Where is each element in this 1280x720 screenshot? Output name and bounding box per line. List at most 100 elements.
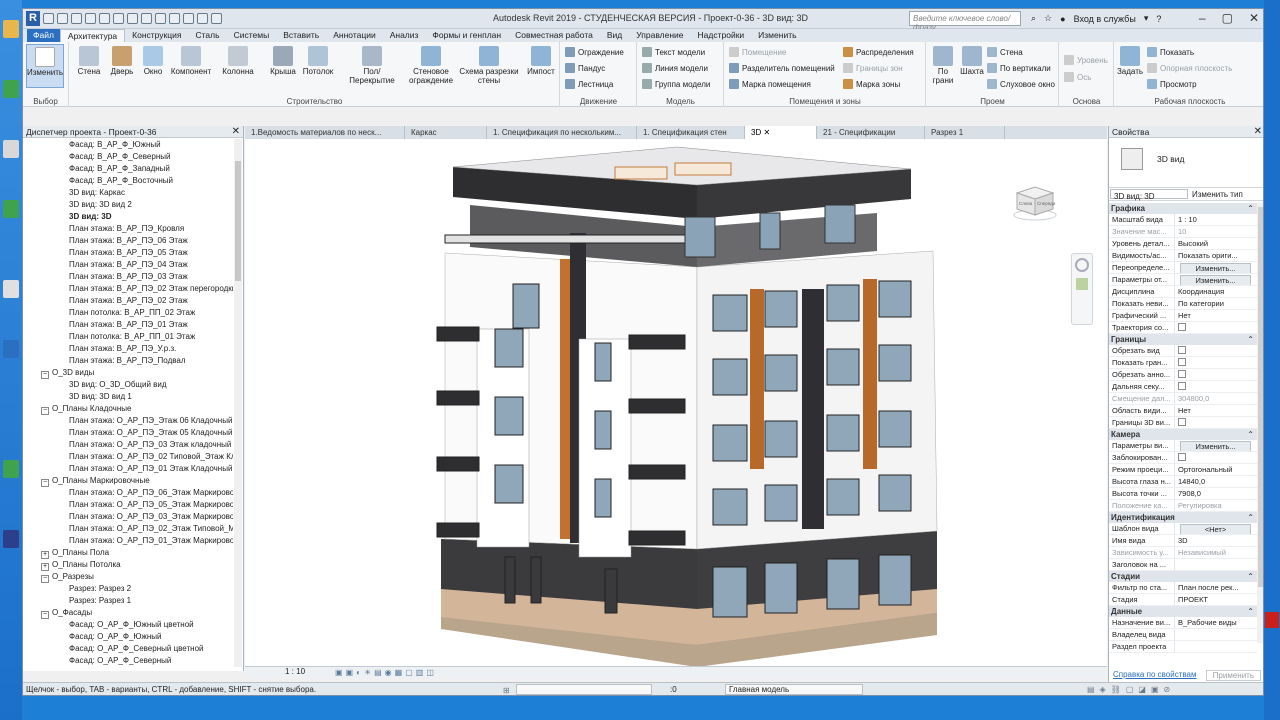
property-value[interactable]: 7908,0 — [1175, 488, 1257, 499]
model-line-button[interactable]: Линия модели — [642, 61, 708, 75]
property-value[interactable]: Изменить... — [1175, 274, 1257, 285]
apply-button[interactable]: Применить — [1205, 670, 1261, 681]
property-value[interactable] — [1175, 369, 1257, 380]
desktop-icon[interactable] — [3, 20, 19, 38]
minimize-icon[interactable]: – — [1199, 11, 1206, 25]
property-value[interactable]: Координация — [1175, 286, 1257, 297]
dimension-icon[interactable] — [141, 13, 152, 24]
browser-item[interactable]: План этажа: О_АР_ПЭ_03 Этаж кладочный — [23, 439, 233, 451]
property-value[interactable]: Изменить... — [1175, 440, 1257, 451]
close-hidden-icon[interactable] — [197, 13, 208, 24]
steering-wheel-icon[interactable] — [1075, 258, 1089, 272]
close-icon[interactable]: ✕ — [1254, 126, 1262, 137]
by-face-button[interactable]: По грани — [929, 44, 957, 88]
property-section[interactable]: Камера ⌃ — [1109, 429, 1257, 440]
browser-item[interactable]: План этажа: О_АР_ПЭ_02_Этаж Типовой_Мар — [23, 523, 233, 535]
property-value[interactable]: <Нет> — [1175, 523, 1257, 534]
property-value[interactable] — [1175, 641, 1257, 652]
dormer-button[interactable]: Слуховое окно — [987, 77, 1055, 91]
area-button[interactable]: Распределения — [843, 45, 914, 59]
property-value[interactable]: Нет — [1175, 310, 1257, 321]
show-workplane-button[interactable]: Показать — [1147, 45, 1194, 59]
area-boundary-button[interactable]: Границы зон — [843, 61, 903, 75]
tab-view[interactable]: Вид — [600, 29, 629, 42]
browser-item[interactable]: План этажа: О_АР_ПЭ_Этаж 05 Кладочный — [23, 427, 233, 439]
property-checkbox[interactable] — [1178, 418, 1186, 426]
browser-item[interactable]: План этажа: В_АР_ПЭ_06 Этаж — [23, 235, 233, 247]
properties-help-link[interactable]: Справка по свойствам — [1113, 670, 1196, 679]
property-value[interactable]: Показать ориги... — [1175, 250, 1257, 261]
workset-icon[interactable]: ⊞ — [503, 684, 510, 695]
properties-scrollbar[interactable] — [1257, 203, 1263, 643]
property-value[interactable]: В_Рабочие виды — [1175, 617, 1257, 628]
browser-item[interactable]: План этажа: В_АР_ПЭ_01 Этаж — [23, 319, 233, 331]
property-value[interactable] — [1175, 322, 1257, 333]
browser-item[interactable]: План потолка: В_АР_ПП_02 Этаж — [23, 307, 233, 319]
collapse-icon[interactable]: ⌃ — [1247, 334, 1254, 345]
browser-item[interactable]: План этажа: В_АР_ПЭ_02 Этаж — [23, 295, 233, 307]
redo-icon[interactable] — [99, 13, 110, 24]
browser-item[interactable]: Фасад: В_АР_Ф_Северный — [23, 151, 233, 163]
edit-button[interactable]: Изменить... — [1180, 441, 1251, 451]
close-tab-icon[interactable]: ✕ — [761, 128, 770, 137]
room-separator-button[interactable]: Разделитель помещений — [729, 61, 835, 75]
modify-button[interactable]: Изменить — [26, 44, 64, 88]
browser-item[interactable]: Фасад: О_АР_Ф_Южный цветной — [23, 619, 233, 631]
property-checkbox[interactable] — [1178, 323, 1186, 331]
view-tab[interactable]: 3D ✕ — [745, 126, 817, 139]
property-value[interactable] — [1175, 452, 1257, 463]
search-input[interactable]: Введите ключевое слово/фразу — [909, 11, 1021, 32]
expand-toggle-icon[interactable]: − — [41, 479, 49, 487]
revit-logo-icon[interactable]: R — [26, 11, 40, 26]
tab-file[interactable]: Файл — [27, 29, 60, 42]
close-icon[interactable]: ✕ — [1249, 11, 1259, 25]
desktop-icon[interactable] — [3, 200, 19, 218]
mullion-button[interactable]: Импост — [522, 44, 560, 88]
property-checkbox[interactable] — [1178, 346, 1186, 354]
viewer-button[interactable]: Просмотр — [1147, 77, 1197, 91]
column-button[interactable]: Колонна — [216, 44, 260, 88]
curtain-system-button[interactable]: Стеновое ограждение — [406, 44, 456, 88]
browser-group[interactable]: − О_Фасады — [23, 607, 233, 619]
property-value[interactable]: 10 — [1175, 226, 1257, 237]
roof-button[interactable]: Крыша — [264, 44, 302, 88]
star-icon[interactable]: ☆ — [1044, 13, 1052, 24]
measure-icon[interactable] — [127, 13, 138, 24]
browser-group[interactable]: − О_3D виды — [23, 367, 233, 379]
tab-insert[interactable]: Вставить — [276, 29, 326, 42]
3d-icon[interactable] — [169, 13, 180, 24]
ceiling-button[interactable]: Потолок — [299, 44, 337, 88]
browser-item[interactable]: Разрез: Разрез 1 — [23, 595, 233, 607]
property-value[interactable]: 304800,0 — [1175, 393, 1257, 404]
tab-steel[interactable]: Сталь — [189, 29, 227, 42]
collapse-icon[interactable]: ⌃ — [1247, 512, 1254, 523]
property-value[interactable]: Высокий — [1175, 238, 1257, 249]
model-text-button[interactable]: Текст модели — [642, 45, 705, 59]
edit-button[interactable]: Изменить... — [1180, 263, 1251, 273]
group-label[interactable]: Строительство — [70, 97, 559, 106]
maximize-icon[interactable]: ▢ — [1222, 11, 1233, 25]
desktop-icon[interactable] — [3, 340, 19, 358]
property-value[interactable]: Регулировка — [1175, 500, 1257, 511]
edit-button[interactable]: <Нет> — [1180, 524, 1251, 534]
selection-toggle-icons[interactable]: ▤◈⛓▢◪▣⊘ — [1087, 683, 1175, 695]
browser-item[interactable]: План этажа: В_АР_ПЭ_04 Этаж — [23, 259, 233, 271]
stair-button[interactable]: Лестница — [565, 77, 613, 91]
user-icon[interactable]: ● — [1060, 14, 1065, 24]
browser-item[interactable]: 3D вид: 3D — [23, 211, 233, 223]
view-tab[interactable]: 21 - Спецификации — [817, 126, 925, 139]
edit-button[interactable]: Изменить... — [1180, 275, 1251, 285]
browser-group[interactable]: + О_Планы Потолка — [23, 559, 233, 571]
collapse-icon[interactable]: ⌃ — [1247, 571, 1254, 582]
help-icon[interactable]: ? — [1156, 14, 1161, 24]
browser-item[interactable]: План этажа: О_АР_ПЭ_06_Этаж Маркировочн — [23, 487, 233, 499]
expand-toggle-icon[interactable]: − — [41, 407, 49, 415]
area-tag-button[interactable]: Марка зоны — [843, 77, 900, 91]
cart-icon[interactable]: ▾ — [1144, 13, 1149, 24]
open-icon[interactable] — [43, 13, 54, 24]
grid-button[interactable]: Ось — [1064, 70, 1091, 84]
desktop-icon[interactable] — [3, 280, 19, 298]
desktop-icon[interactable] — [3, 460, 19, 478]
scroll-thumb[interactable] — [235, 161, 241, 281]
scroll-thumb[interactable] — [1258, 207, 1263, 587]
